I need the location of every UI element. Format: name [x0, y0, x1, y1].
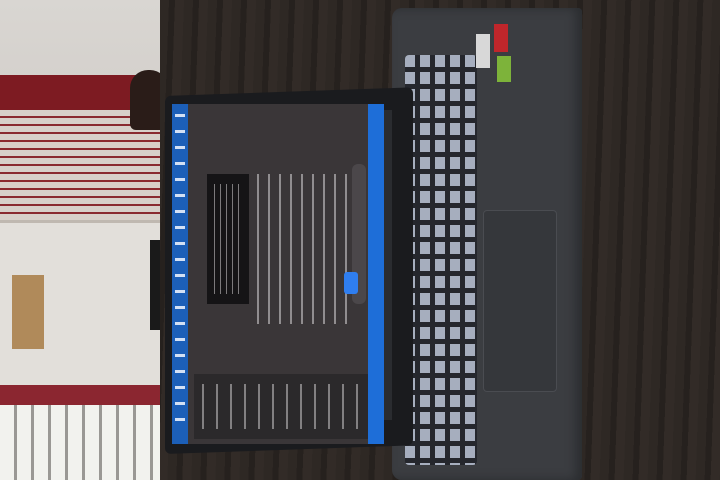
code-lines	[214, 184, 242, 294]
gpu-sticker	[497, 56, 511, 82]
send-button	[344, 272, 358, 294]
browser-toolbar	[368, 104, 384, 444]
backlit-keyboard	[405, 55, 477, 465]
info-sticker	[476, 34, 490, 68]
cardboard-box	[12, 275, 44, 349]
taskbar-icons	[175, 114, 185, 434]
chat-text-lines	[257, 174, 352, 324]
photo-scene	[0, 0, 720, 480]
sidebar-text-lines	[202, 384, 362, 429]
touchpad	[483, 210, 557, 392]
window-bottom	[0, 405, 175, 480]
laptop-screen	[172, 104, 384, 444]
cpu-sticker	[494, 24, 508, 52]
